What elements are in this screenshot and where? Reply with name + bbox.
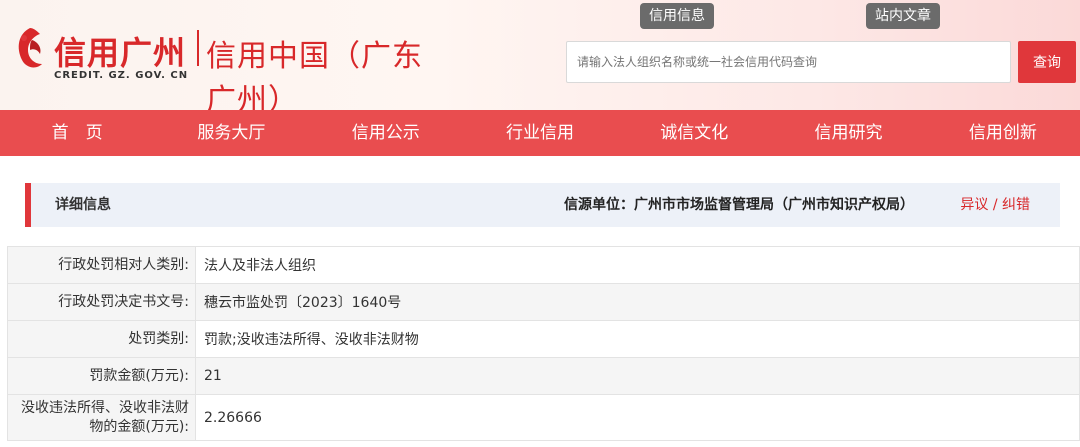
tab-credit-info[interactable]: 信用信息 (640, 3, 714, 29)
field-value: 21 (195, 357, 1080, 395)
logo-divider (197, 30, 199, 66)
field-label: 处罚类别: (7, 320, 196, 358)
logo-subtitle: 信用中国（广东广州） (206, 39, 423, 118)
detail-table: 行政处罚相对人类别: 法人及非法人组织 行政处罚决定书文号: 穗云市监处罚〔20… (7, 246, 1080, 441)
source-unit: 信源单位：广州市市场监督管理局（广州市知识产权局） (564, 197, 914, 213)
field-value: 穗云市监处罚〔2023〕1640号 (195, 283, 1080, 321)
table-row: 行政处罚相对人类别: 法人及非法人组织 (7, 246, 1080, 284)
nav-item-credit-innovation[interactable]: 信用创新 (926, 110, 1080, 156)
dispute-correction-link[interactable]: 异议 / 纠错 (960, 183, 1030, 227)
field-value: 罚款;没收违法所得、没收非法财物 (195, 320, 1080, 358)
field-label: 没收违法所得、没收非法财物的金额(万元): (7, 394, 196, 441)
credit-seal-icon (18, 28, 42, 68)
logo-url: CREDIT. GZ. GOV. CN (54, 70, 189, 81)
nav-item-industry-credit[interactable]: 行业信用 (463, 110, 617, 156)
detail-info-bar: 详细信息 信源单位：广州市市场监督管理局（广州市知识产权局） 异议 / 纠错 (25, 183, 1060, 227)
tab-site-articles[interactable]: 站内文章 (866, 3, 940, 29)
nav-item-integrity-culture[interactable]: 诚信文化 (617, 110, 771, 156)
search-input[interactable] (566, 41, 1011, 83)
site-header: 信用广州 信用中国（广东广州） CREDIT. GZ. GOV. CN 信用信息… (0, 0, 1080, 118)
detail-info-title: 详细信息 (55, 197, 111, 213)
site-logo[interactable]: 信用广州 信用中国（广东广州） CREDIT. GZ. GOV. CN (10, 22, 450, 118)
field-label: 行政处罚决定书文号: (7, 283, 196, 321)
logo-title: 信用广州 (54, 34, 187, 72)
search-button[interactable]: 查询 (1018, 41, 1076, 83)
nav-item-credit-publicity[interactable]: 信用公示 (309, 110, 463, 156)
table-row: 罚款金额(万元): 21 (7, 357, 1080, 395)
field-value: 法人及非法人组织 (195, 246, 1080, 284)
nav-item-home[interactable]: 首 页 (0, 110, 154, 156)
table-row: 处罚类别: 罚款;没收违法所得、没收非法财物 (7, 320, 1080, 358)
table-row: 行政处罚决定书文号: 穗云市监处罚〔2023〕1640号 (7, 283, 1080, 321)
nav-item-credit-research[interactable]: 信用研究 (771, 110, 925, 156)
field-label: 罚款金额(万元): (7, 357, 196, 395)
nav-item-service-hall[interactable]: 服务大厅 (154, 110, 308, 156)
field-label: 行政处罚相对人类别: (7, 246, 196, 284)
field-value: 2.26666 (195, 394, 1080, 441)
table-row: 没收违法所得、没收非法财物的金额(万元): 2.26666 (7, 394, 1080, 441)
main-nav: 首 页 服务大厅 信用公示 行业信用 诚信文化 信用研究 信用创新 (0, 110, 1080, 156)
